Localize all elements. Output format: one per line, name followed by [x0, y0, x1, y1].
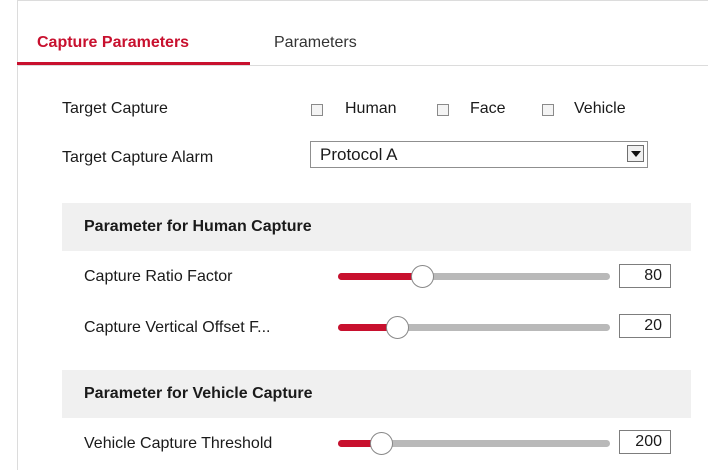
human-checkbox[interactable] — [311, 104, 323, 116]
vehicle-capture-threshold-label: Vehicle Capture Threshold — [84, 435, 273, 452]
capture-vertical-offset-label: Capture Vertical Offset F... — [84, 319, 271, 336]
face-checkbox-label: Face — [470, 100, 506, 117]
capture-ratio-factor-input[interactable]: 80 — [619, 264, 671, 288]
target-capture-alarm-label: Target Capture Alarm — [62, 149, 214, 166]
face-checkbox[interactable] — [437, 104, 449, 116]
capture-vertical-offset-slider[interactable] — [338, 316, 610, 339]
capture-vertical-offset-input[interactable]: 20 — [619, 314, 671, 338]
tab-capture-parameters[interactable]: Capture Parameters — [37, 34, 189, 52]
slider-handle[interactable] — [410, 265, 434, 288]
capture-ratio-factor-label: Capture Ratio Factor — [84, 268, 233, 285]
vehicle-capture-threshold-slider[interactable] — [338, 432, 610, 455]
human-checkbox-label: Human — [345, 100, 397, 117]
human-capture-section-title: Parameter for Human Capture — [84, 218, 312, 235]
target-capture-label: Target Capture — [62, 100, 168, 117]
tab-divider — [17, 65, 708, 66]
slider-handle[interactable] — [370, 432, 394, 455]
dropdown-arrow-icon[interactable] — [627, 145, 644, 162]
vehicle-capture-section-title: Parameter for Vehicle Capture — [84, 385, 313, 402]
slider-fill — [338, 273, 423, 280]
capture-ratio-factor-slider[interactable] — [338, 265, 610, 288]
vehicle-capture-section-header: Parameter for Vehicle Capture — [62, 370, 691, 418]
vehicle-checkbox-label: Vehicle — [574, 100, 626, 117]
tab-parameters[interactable]: Parameters — [274, 34, 357, 52]
target-capture-alarm-value: Protocol A — [320, 145, 398, 164]
human-capture-section-header: Parameter for Human Capture — [62, 203, 691, 251]
vehicle-checkbox[interactable] — [542, 104, 554, 116]
target-capture-alarm-select[interactable]: Protocol A — [310, 141, 648, 168]
vehicle-capture-threshold-input[interactable]: 200 — [619, 430, 671, 454]
tab-bar: Capture Parameters Parameters — [0, 0, 708, 66]
